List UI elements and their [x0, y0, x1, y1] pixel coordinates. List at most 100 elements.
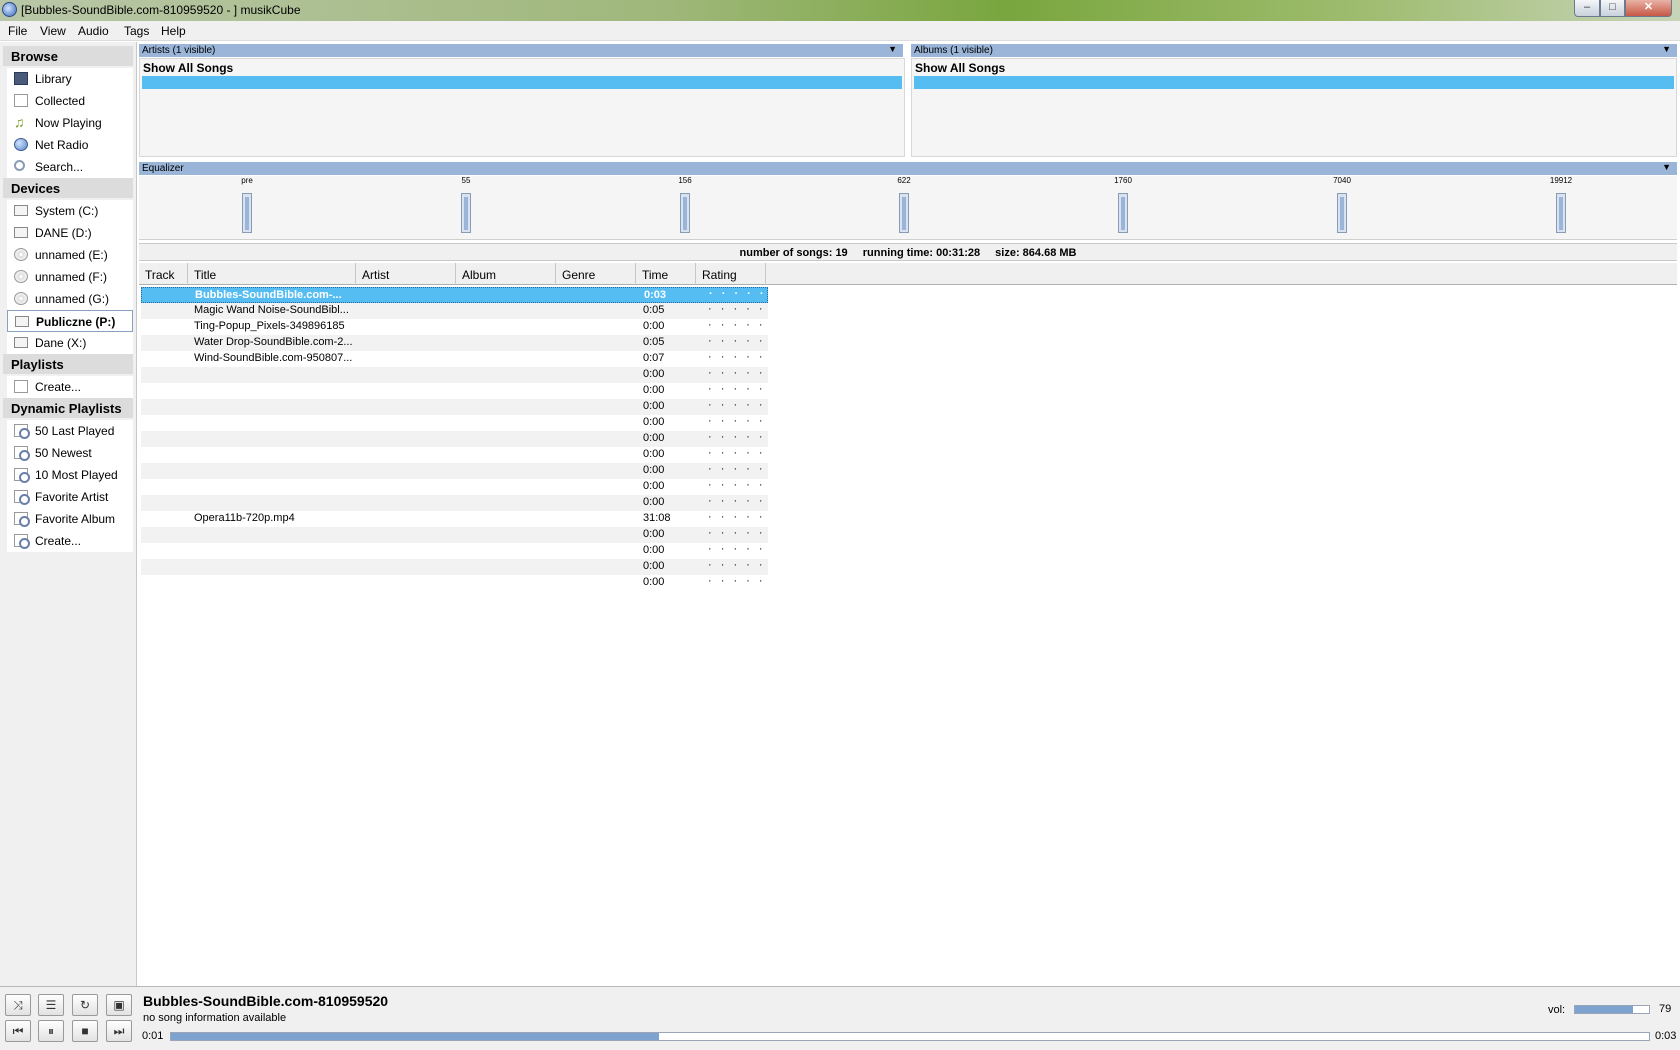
table-row[interactable]: 0:00 · · · · · — [141, 527, 768, 543]
eq-band-55[interactable]: 55 — [451, 176, 481, 233]
previous-button[interactable]: ⏮ — [5, 1020, 31, 1042]
eq-band-19912[interactable]: 19912 — [1546, 176, 1576, 233]
eq-band-156[interactable]: 156 — [670, 176, 700, 233]
table-row[interactable]: 0:00 · · · · · — [141, 415, 768, 431]
song-rating[interactable]: · · · · · — [708, 303, 766, 315]
eq-band-1760[interactable]: 1760 — [1108, 176, 1138, 233]
sidebar-item-net-radio[interactable]: Net Radio — [7, 134, 133, 156]
dropdown-arrow-icon[interactable]: ▼ — [1662, 162, 1671, 172]
table-row[interactable]: 0:00 · · · · · — [141, 559, 768, 575]
menu-view[interactable]: View — [40, 24, 66, 38]
table-row[interactable]: 0:00 · · · · · — [141, 383, 768, 399]
table-row[interactable]: Magic Wand Noise-SoundBibl... 0:05 · · · ·… — [141, 303, 768, 319]
sidebar-item-collected[interactable]: Collected — [7, 90, 133, 112]
fullscreen-button[interactable]: ▣ — [106, 994, 132, 1016]
menu-audio[interactable]: Audio — [78, 24, 109, 38]
dropdown-arrow-icon[interactable]: ▼ — [1662, 44, 1671, 54]
column-time[interactable]: Time — [636, 263, 696, 285]
sidebar-item-library[interactable]: Library — [7, 68, 133, 90]
seek-bar[interactable] — [170, 1032, 1650, 1041]
table-row[interactable]: 0:00 · · · · · — [141, 447, 768, 463]
song-rating[interactable]: · · · · · — [708, 431, 766, 443]
table-row[interactable]: Wind-SoundBible.com-950807... 0:07 · · · ·… — [141, 351, 768, 367]
device-unnamed-e[interactable]: unnamed (E:) — [7, 244, 133, 266]
song-rating[interactable]: · · · · · — [708, 527, 766, 539]
albums-panel-header[interactable]: Albums (1 visible) ▼ — [911, 44, 1677, 57]
column-album[interactable]: Album — [456, 263, 556, 285]
eq-slider[interactable] — [461, 193, 471, 233]
table-row[interactable]: 0:00 · · · · · — [141, 399, 768, 415]
eq-band-pre[interactable]: pre — [232, 176, 262, 233]
eq-slider[interactable] — [1118, 193, 1128, 233]
eq-slider[interactable] — [680, 193, 690, 233]
equalizer-header[interactable]: Equalizer ▼ — [139, 162, 1677, 175]
song-rating[interactable]: · · · · · — [708, 399, 766, 411]
app-icon[interactable] — [2, 2, 17, 17]
song-rating[interactable]: · · · · · — [708, 511, 766, 523]
song-rating[interactable]: · · · · · — [708, 463, 766, 475]
table-row[interactable]: 0:00 · · · · · — [141, 543, 768, 559]
device-system-c[interactable]: System (C:) — [7, 200, 133, 222]
device-dane-x[interactable]: Dane (X:) — [7, 332, 133, 354]
dynamic-favorite-album[interactable]: Favorite Album — [7, 508, 133, 530]
table-row[interactable]: 0:00 · · · · · — [141, 431, 768, 447]
sidebar-item-now-playing[interactable]: ♫ Now Playing — [7, 112, 133, 134]
eq-slider[interactable] — [242, 193, 252, 233]
menu-help[interactable]: Help — [161, 24, 186, 38]
table-row[interactable]: 0:00 · · · · · — [141, 479, 768, 495]
albums-list[interactable]: Show All Songs — [911, 58, 1677, 157]
table-row[interactable]: Opera11b-720p.mp4 31:08 · · · · · — [141, 511, 768, 527]
table-row[interactable]: Bubbles-SoundBible.com-... 0:03 · · · · · — [141, 287, 768, 303]
song-rating[interactable]: · · · · · — [708, 383, 766, 395]
stop-button[interactable]: ■ — [72, 1020, 98, 1042]
column-genre[interactable]: Genre — [556, 263, 636, 285]
column-track[interactable]: Track — [139, 263, 188, 285]
dynamic-50-last-played[interactable]: 50 Last Played — [7, 420, 133, 442]
maximize-button[interactable]: □ — [1600, 0, 1625, 17]
equalizer-button[interactable]: ☰ — [38, 994, 64, 1016]
table-row[interactable]: 0:00 · · · · · — [141, 495, 768, 511]
song-rating[interactable]: · · · · · — [708, 479, 766, 491]
next-button[interactable]: ⏭ — [106, 1020, 132, 1042]
table-row[interactable]: 0:00 · · · · · — [141, 463, 768, 479]
artists-panel-header[interactable]: Artists (1 visible) ▼ — [139, 44, 903, 57]
song-rating[interactable]: · · · · · — [708, 495, 766, 507]
table-row[interactable]: Ting-Popup_Pixels-349896185 0:00 · · · · · — [141, 319, 768, 335]
song-table[interactable]: Track Title Artist Album Genre Time Rati… — [139, 263, 1677, 987]
song-rating[interactable]: · · · · · — [708, 319, 766, 331]
artists-list[interactable]: Show All Songs — [139, 58, 905, 157]
song-rating[interactable]: · · · · · — [708, 351, 766, 363]
minimize-button[interactable]: – — [1574, 0, 1600, 17]
song-rating[interactable]: · · · · · — [708, 543, 766, 555]
pause-button[interactable]: ⏸ — [38, 1020, 64, 1042]
volume-slider[interactable] — [1574, 1005, 1650, 1014]
eq-band-7040[interactable]: 7040 — [1327, 176, 1357, 233]
device-unnamed-f[interactable]: unnamed (F:) — [7, 266, 133, 288]
song-rating[interactable]: · · · · · — [708, 335, 766, 347]
dynamic-10-most-played[interactable]: 10 Most Played — [7, 464, 133, 486]
device-publiczne-p[interactable]: Publiczne (P:) — [7, 310, 133, 332]
eq-slider[interactable] — [899, 193, 909, 233]
playlist-create[interactable]: Create... — [7, 376, 133, 398]
repeat-button[interactable]: ↻ — [72, 994, 98, 1016]
song-rating[interactable]: · · · · · — [708, 575, 766, 587]
dynamic-favorite-artist[interactable]: Favorite Artist — [7, 486, 133, 508]
eq-band-622[interactable]: 622 — [889, 176, 919, 233]
device-unnamed-g[interactable]: unnamed (G:) — [7, 288, 133, 310]
menu-tags[interactable]: Tags — [124, 24, 149, 38]
column-rating[interactable]: Rating — [696, 263, 766, 285]
column-artist[interactable]: Artist — [356, 263, 456, 285]
shuffle-button[interactable]: ⤨ — [5, 994, 31, 1016]
song-rating[interactable]: · · · · · — [709, 288, 767, 300]
eq-slider[interactable] — [1556, 193, 1566, 233]
albums-show-all-songs[interactable]: Show All Songs — [915, 61, 1005, 75]
song-rating[interactable]: · · · · · — [708, 415, 766, 427]
close-button[interactable]: ✕ — [1625, 0, 1672, 17]
menu-file[interactable]: File — [8, 24, 27, 38]
eq-slider[interactable] — [1337, 193, 1347, 233]
dynamic-create[interactable]: Create... — [7, 530, 133, 552]
song-rating[interactable]: · · · · · — [708, 447, 766, 459]
device-dane-d[interactable]: DANE (D:) — [7, 222, 133, 244]
column-title[interactable]: Title — [188, 263, 356, 285]
table-row[interactable]: 0:00 · · · · · — [141, 575, 768, 591]
